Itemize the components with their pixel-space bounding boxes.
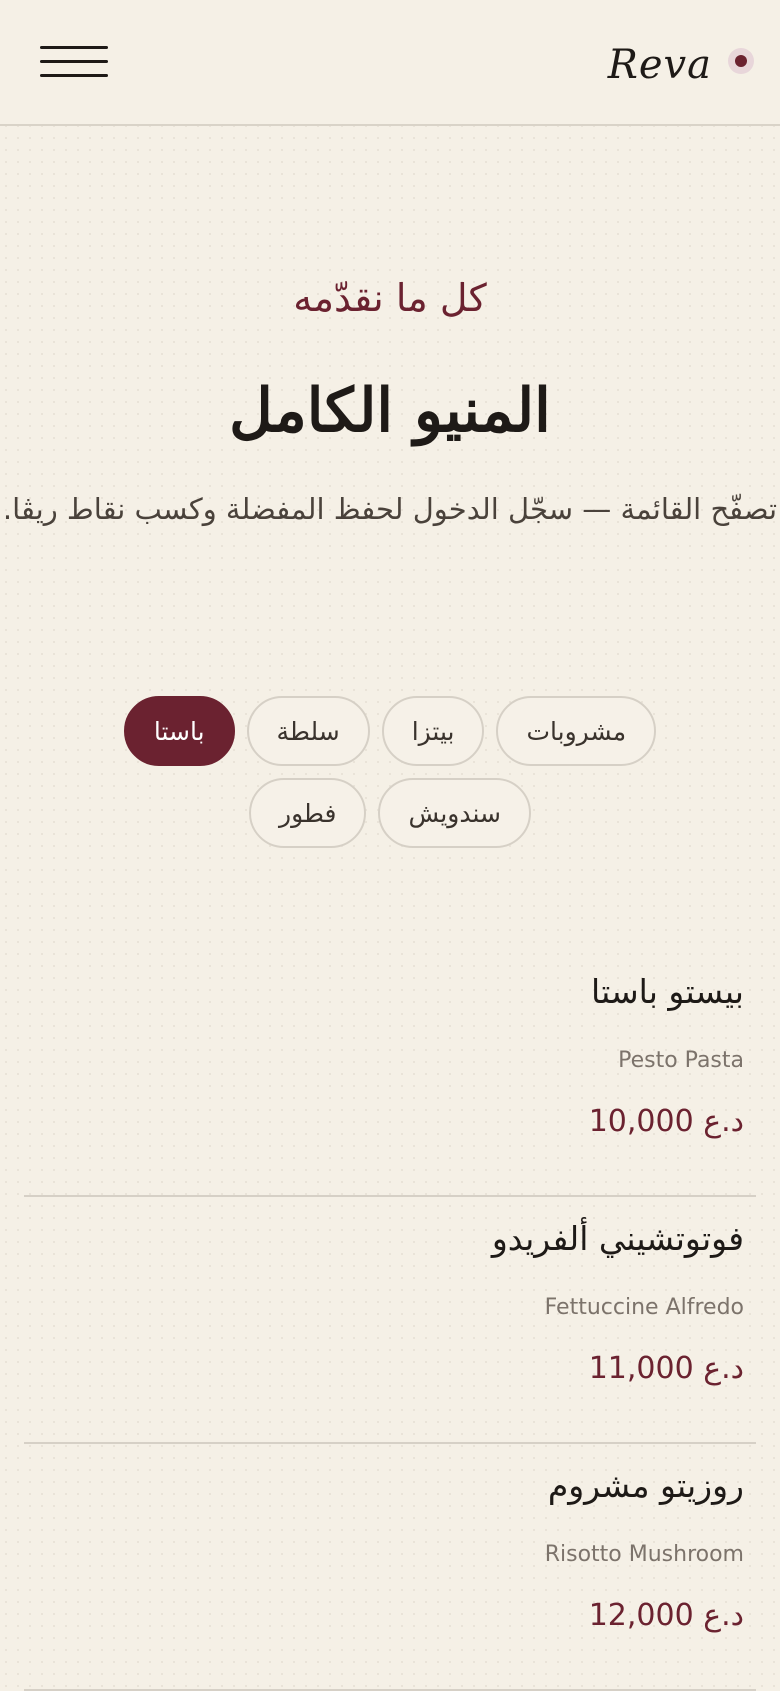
menu-item-name: روزيتو مشروم — [547, 1466, 744, 1505]
menu-line — [40, 74, 108, 77]
menu-line — [40, 46, 108, 49]
menu-item-english-name: Pesto Pasta — [618, 1048, 744, 1073]
menu-item-name: فوتوتشيني ألفريدو — [491, 1219, 744, 1258]
brand-logo[interactable]: Reva — [608, 40, 754, 90]
section-eyebrow: كل ما نقدّمه — [293, 276, 487, 320]
menu-item-price: 12,000 د.ع — [588, 1598, 744, 1633]
menu-item-price: 11,000 د.ع — [588, 1351, 744, 1386]
category-chip-breakfast[interactable]: فطور — [249, 778, 367, 848]
menu-line — [40, 60, 108, 63]
category-chip-salad[interactable]: سلطة — [246, 696, 370, 766]
menu-item-list: بيستو باستا Pesto Pasta 10,000 د.ع فوتوت… — [24, 950, 756, 1691]
category-chip-pizza[interactable]: بيتزا — [381, 696, 485, 766]
top-bar: Reva — [0, 0, 780, 126]
menu-item-price: 10,000 د.ع — [588, 1104, 744, 1139]
menu-item-english-name: Risotto Mushroom — [544, 1542, 744, 1567]
page-subtitle: تصفّح القائمة — سجّل الدخول لحفظ المفضلة… — [2, 492, 778, 526]
menu-item[interactable]: فوتوتشيني ألفريدو Fettuccine Alfredo 11,… — [24, 1197, 756, 1444]
category-chip-drinks[interactable]: مشروبات — [496, 696, 657, 766]
menu-item[interactable]: روزيتو مشروم Risotto Mushroom 12,000 د.ع — [24, 1444, 756, 1691]
menu-item-name: بيستو باستا — [591, 972, 744, 1011]
category-chip-sandwich[interactable]: سندويش — [378, 778, 531, 848]
menu-item[interactable]: بيستو باستا Pesto Pasta 10,000 د.ع — [24, 950, 756, 1197]
page-title: المنيو الكامل — [229, 376, 551, 446]
menu-item-english-name: Fettuccine Alfredo — [544, 1295, 744, 1320]
dot-logo-icon — [728, 48, 754, 74]
category-chip-pasta[interactable]: باستا — [123, 696, 235, 766]
category-filter: مشروبات بيتزا سلطة باستا سندويش فطور — [100, 696, 680, 848]
hamburger-menu-icon[interactable] — [40, 46, 108, 80]
brand-name: Reva — [607, 42, 712, 88]
